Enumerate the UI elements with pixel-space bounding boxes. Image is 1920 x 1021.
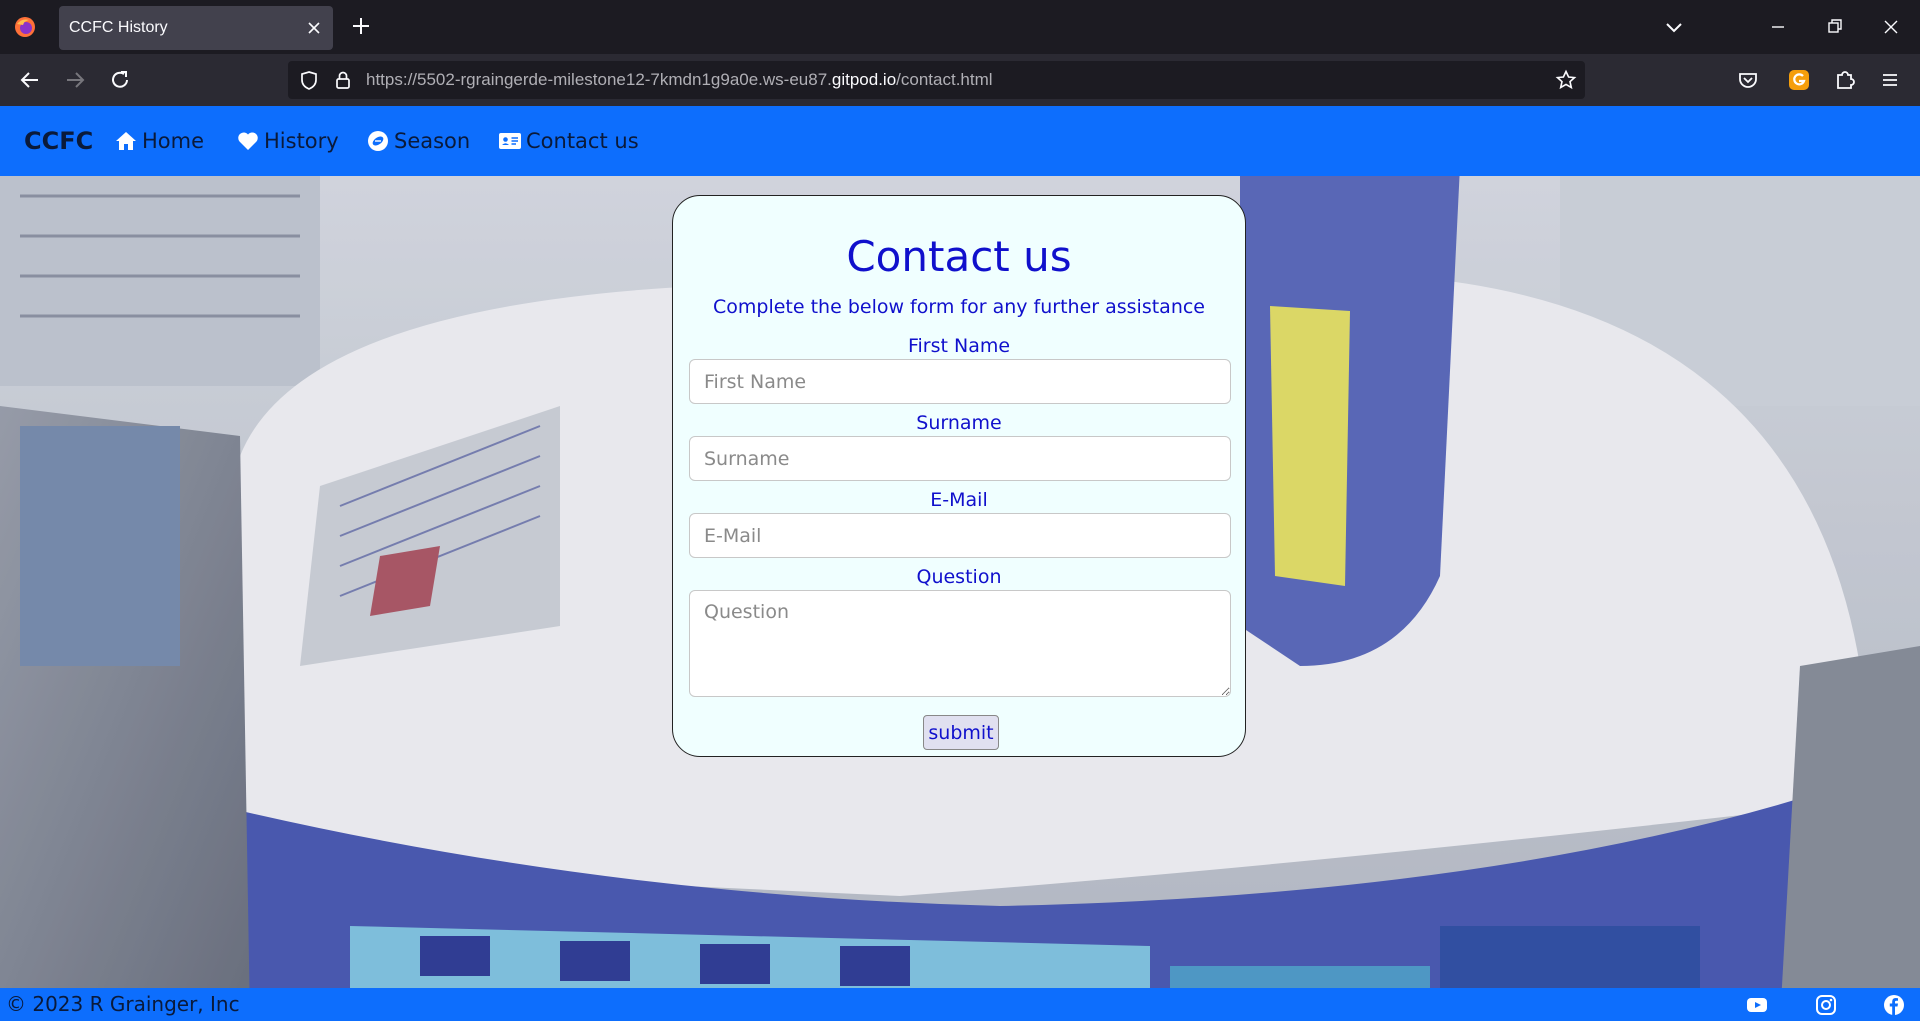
lock-icon[interactable]: [332, 69, 354, 91]
site-brand[interactable]: CCFC: [24, 106, 93, 176]
url-prefix: https://5502-rgraingerde-milestone12-7km…: [366, 70, 832, 89]
forward-arrow-icon[interactable]: [62, 67, 88, 93]
browser-tab-active[interactable]: CCFC History: [59, 6, 333, 50]
submit-button[interactable]: submit: [923, 715, 999, 750]
new-tab-icon[interactable]: [350, 15, 372, 37]
nav-link-home[interactable]: Home: [114, 106, 204, 176]
home-icon: [116, 132, 136, 150]
url-host: gitpod.io: [831, 70, 897, 89]
question-label: Question: [916, 566, 1002, 588]
site-navbar: CCFC Home History Season Contact us: [0, 106, 1920, 176]
nav-label: History: [264, 129, 339, 153]
form-title: Contact us: [846, 232, 1072, 281]
facebook-icon[interactable]: [1883, 994, 1905, 1016]
nav-link-season[interactable]: Season: [366, 106, 470, 176]
copyright-text: © 2023 R Grainger, Inc: [6, 992, 240, 1016]
heart-icon: [238, 132, 258, 150]
minimize-window-icon[interactable]: [1763, 12, 1793, 42]
contact-form-card: Contact us Complete the below form for a…: [672, 195, 1246, 757]
nav-label: Season: [394, 129, 471, 153]
form-subtitle: Complete the below form for any further …: [713, 296, 1205, 318]
tab-title: CCFC History: [69, 19, 168, 36]
youtube-icon[interactable]: [1746, 994, 1768, 1016]
surname-label: Surname: [916, 412, 1002, 434]
email-label: E-Mail: [930, 489, 988, 511]
firefox-logo-icon: [15, 17, 35, 37]
bookmark-star-icon[interactable]: [1555, 69, 1577, 91]
pocket-icon[interactable]: [1735, 67, 1761, 93]
first-name-label: First Name: [907, 335, 1011, 357]
first-name-input[interactable]: [689, 359, 1231, 404]
back-arrow-icon[interactable]: [17, 67, 43, 93]
football-icon: [368, 131, 388, 151]
question-textarea[interactable]: [689, 590, 1231, 697]
url-path: /contact.html: [896, 70, 993, 89]
nav-link-history[interactable]: History: [236, 106, 339, 176]
id-card-icon: [499, 133, 521, 149]
address-bar[interactable]: https://5502-rgraingerde-milestone12-7km…: [288, 61, 1585, 99]
extensions-puzzle-icon[interactable]: [1832, 67, 1858, 93]
reload-icon[interactable]: [107, 67, 133, 93]
grammarly-extension-icon[interactable]: [1786, 67, 1812, 93]
hamburger-menu-icon[interactable]: [1877, 67, 1903, 93]
close-tab-icon[interactable]: [305, 19, 323, 37]
instagram-icon[interactable]: [1815, 994, 1837, 1016]
web-page: CCFC Home History Season Contact us Cont…: [0, 106, 1920, 1021]
surname-input[interactable]: [689, 436, 1231, 481]
email-input[interactable]: [689, 513, 1231, 558]
browser-tab-bar: CCFC History: [0, 0, 1920, 54]
close-window-icon[interactable]: [1876, 12, 1906, 42]
site-footer: © 2023 R Grainger, Inc: [0, 988, 1920, 1021]
nav-label: Home: [142, 129, 205, 153]
restore-window-icon[interactable]: [1820, 12, 1850, 42]
nav-link-contact[interactable]: Contact us: [498, 106, 639, 176]
url-text: https://5502-rgraingerde-milestone12-7km…: [366, 61, 993, 99]
list-all-tabs-chevron-icon[interactable]: [1663, 16, 1685, 38]
nav-label: Contact us: [526, 129, 639, 153]
tracking-shield-icon[interactable]: [298, 69, 320, 91]
